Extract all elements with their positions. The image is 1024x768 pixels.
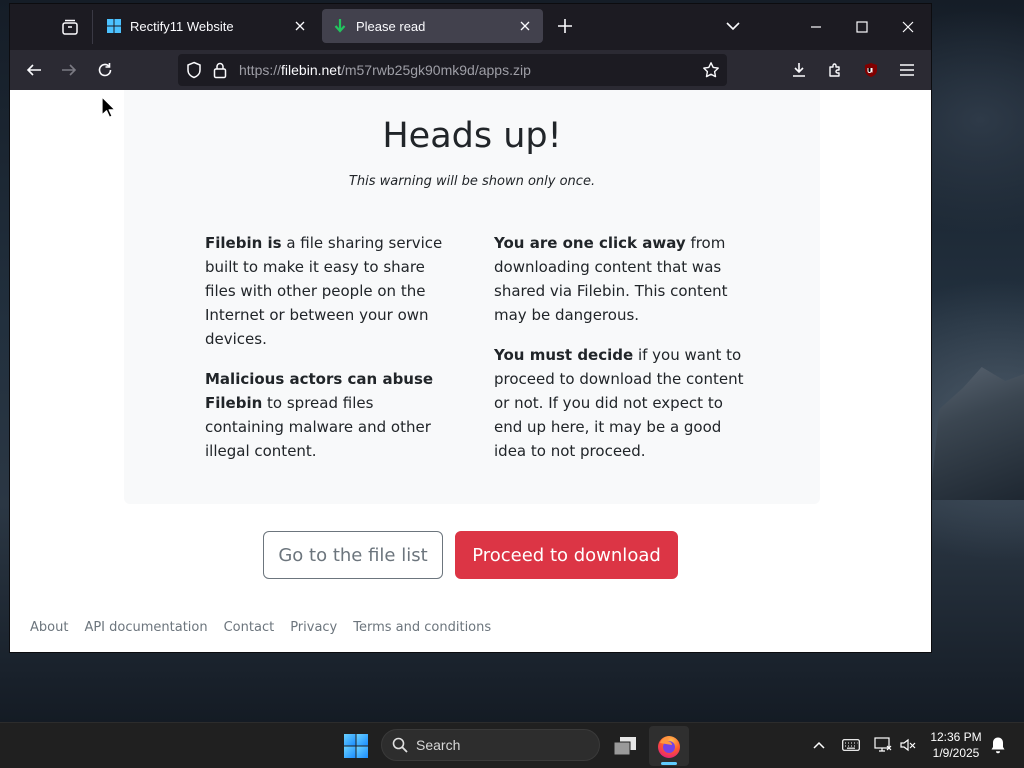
reload-icon [98,63,112,77]
keyboard-icon [842,739,860,751]
shield-icon[interactable] [186,61,202,84]
minimize-button[interactable] [801,12,831,42]
chevron-down-icon [726,22,740,31]
minimize-icon [811,26,821,28]
maximize-icon [856,21,868,33]
page-title: Heads up! [382,116,562,156]
tab-separator [92,10,93,44]
firefox-view-button[interactable] [55,12,85,42]
clock-time: 12:36 PM [930,730,982,744]
url-bar[interactable]: https://filebin.net/m57rwb25gk90mk9d/app… [178,54,727,86]
tab-please-read[interactable]: Please read [322,9,543,43]
url-path: /m57rwb25gk90mk9d/apps.zip [340,62,531,78]
search-placeholder: Search [416,737,461,753]
proceed-to-download-button[interactable]: Proceed to download [455,531,678,579]
footer-link-terms[interactable]: Terms and conditions [353,620,491,635]
tab-title: Rectify11 Website [130,18,234,34]
url-host: filebin.net [281,62,341,78]
url-text[interactable]: https://filebin.net/m57rwb25gk90mk9d/app… [239,62,531,78]
footer-link-contact[interactable]: Contact [224,620,275,635]
navigation-toolbar: https://filebin.net/m57rwb25gk90mk9d/app… [10,50,931,90]
mouse-cursor-icon [101,96,116,118]
url-prefix: https:// [239,62,282,78]
arrow-left-icon [26,64,41,76]
taskbar-clock[interactable]: 12:36 PM 1/9/2025 [924,729,988,761]
app-menu-button[interactable] [893,56,921,84]
volume-tray-button[interactable] [896,733,920,757]
page-subtitle: This warning will be shown only once. [348,174,596,189]
task-view-icon [613,737,636,756]
footer-link-about[interactable]: About [30,620,68,635]
close-tab-icon[interactable] [292,18,308,34]
info-column-right: You are one click away from downloading … [494,231,744,479]
chevron-up-icon [813,741,825,749]
notifications-button[interactable] [986,733,1010,757]
network-tray-button[interactable] [871,733,895,757]
taskbar: Search 12:36 PM 1/9/2025 [0,722,1024,768]
back-button[interactable] [20,56,48,84]
maximize-button[interactable] [847,12,877,42]
ublock-origin-icon [865,63,877,77]
close-window-button[interactable] [893,12,923,42]
arrow-right-icon [62,64,77,76]
windows-logo-icon [107,19,121,33]
tab-title: Please read [356,18,426,34]
paragraph-one-click-away: You are one click away from downloading … [494,234,728,324]
network-icon [874,737,892,752]
forward-button[interactable] [55,56,83,84]
firefox-taskbar-button[interactable] [649,726,689,766]
show-hidden-icons-button[interactable] [807,733,831,757]
lock-icon[interactable] [212,61,228,84]
paragraph-you-must-decide: You must decide if you want to proceed t… [494,346,744,460]
firefox-view-icon [62,19,78,35]
ublock-origin-button[interactable] [857,56,885,84]
active-app-indicator [661,762,677,765]
plus-icon [558,19,572,33]
footer-link-api-documentation[interactable]: API documentation [84,620,207,635]
download-arrow-icon [334,19,346,33]
clock-date: 1/9/2025 [932,746,980,760]
extensions-button[interactable] [821,56,849,84]
task-view-button[interactable] [610,731,640,761]
list-all-tabs-button[interactable] [721,14,745,38]
downloads-button[interactable] [785,56,813,84]
browser-window: Rectify11 Website Please read https://fi… [10,4,931,652]
hamburger-menu-icon [900,64,914,76]
new-tab-button[interactable] [553,14,577,38]
info-column-left: Filebin is a file sharing service built … [205,231,457,479]
download-icon [793,63,805,77]
go-to-file-list-button[interactable]: Go to the file list [263,531,443,579]
reload-button[interactable] [91,56,119,84]
footer-link-privacy[interactable]: Privacy [290,620,337,635]
page-content: Heads up! This warning will be shown onl… [10,90,931,652]
puzzle-icon [829,63,840,77]
search-icon [392,737,408,753]
close-tab-icon[interactable] [517,18,533,34]
keyboard-tray-button[interactable] [839,733,863,757]
taskbar-search-box[interactable]: Search [381,729,600,761]
volume-muted-icon [900,738,916,752]
tab-strip: Rectify11 Website Please read [10,4,931,50]
close-icon [902,21,914,33]
footer-links: About API documentation Contact Privacy … [30,620,507,635]
windows-start-icon[interactable] [343,733,369,759]
bookmark-star-icon[interactable] [702,61,720,84]
bell-icon [991,737,1005,754]
wallpaper-mountain [930,367,1024,500]
firefox-icon [658,736,680,758]
paragraph-filebin-intro: Filebin is a file sharing service built … [205,234,443,348]
warning-card: Heads up! This warning will be shown onl… [124,90,820,504]
paragraph-malicious-actors: Malicious actors can abuse Filebin to sp… [205,370,434,460]
tab-rectify11[interactable]: Rectify11 Website [96,9,318,43]
